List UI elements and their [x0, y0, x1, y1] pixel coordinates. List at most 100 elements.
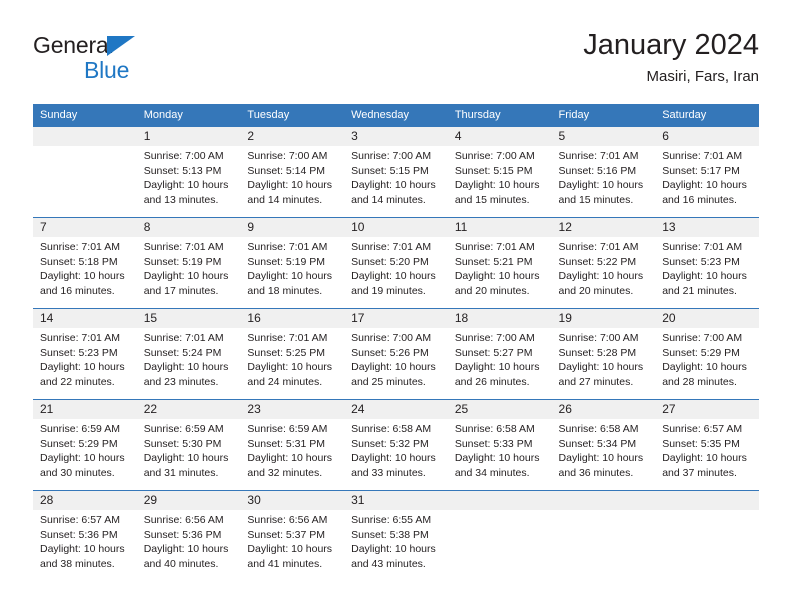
daylight-text-line2: and 17 minutes.	[143, 284, 219, 297]
daylight-text-line2: and 32 minutes.	[247, 466, 323, 479]
calendar-day-cell[interactable]: 15 Sunrise: 7:01 AM Sunset: 5:24 PM Dayligh…	[136, 308, 241, 400]
sunrise-text: Sunrise: 7:00 AM	[454, 332, 535, 344]
calendar-day-cell[interactable]: 4 Sunrise: 7:00 AM Sunset: 5:15 PM Daylight…	[447, 126, 552, 218]
daylight-text-line1: Daylight: 10 hours	[247, 179, 333, 192]
daylight-text-line1: Daylight: 10 hours	[143, 452, 229, 465]
calendar-day-cell[interactable]: 23 Sunrise: 6:59 AM Sunset: 5:31 PM Dayligh…	[240, 399, 345, 491]
calendar-day-cell[interactable]: 28 Sunrise: 6:57 AM Sunset: 5:36 PM Dayligh…	[33, 490, 137, 581]
day-details: Sunrise: 6:59 AM Sunset: 5:31 PM Daylight:…	[240, 419, 344, 480]
daylight-text-line1: Daylight: 10 hours	[454, 270, 540, 283]
daylight-text-line1: Daylight: 10 hours	[662, 361, 747, 374]
day-number: 10	[344, 218, 448, 237]
calendar-day-cell[interactable]: 20 Sunrise: 7:00 AM Sunset: 5:29 PM Dayligh…	[655, 308, 759, 400]
calendar-day-cell[interactable]: 3 Sunrise: 7:00 AM Sunset: 5:15 PM Daylight…	[344, 126, 448, 218]
sunset-text: Sunset: 5:24 PM	[143, 346, 222, 359]
sunrise-text: Sunrise: 6:58 AM	[558, 423, 639, 435]
weekday-header-monday: Monday	[136, 104, 241, 127]
calendar-day-cell[interactable]: 21 Sunrise: 6:59 AM Sunset: 5:29 PM Dayligh…	[33, 399, 137, 491]
sunrise-text: Sunrise: 6:57 AM	[40, 514, 120, 526]
daylight-text-line1: Daylight: 10 hours	[662, 452, 747, 465]
calendar-day-cell[interactable]: 1 Sunrise: 7:00 AM Sunset: 5:13 PM Daylight…	[136, 126, 241, 218]
sunset-text: Sunset: 5:15 PM	[454, 164, 533, 177]
day-details: Sunrise: 6:56 AM Sunset: 5:36 PM Daylight:…	[137, 510, 241, 571]
daylight-text-line1: Daylight: 10 hours	[351, 452, 436, 465]
calendar-day-cell[interactable]: 16 Sunrise: 7:01 AM Sunset: 5:25 PM Dayligh…	[240, 308, 345, 400]
sunrise-text: Sunrise: 6:59 AM	[247, 423, 328, 435]
daylight-text-line1: Daylight: 10 hours	[454, 179, 540, 192]
calendar-day-cell[interactable]: 12 Sunrise: 7:01 AM Sunset: 5:22 PM Dayligh…	[551, 217, 656, 309]
sunset-text: Sunset: 5:36 PM	[40, 528, 118, 541]
sunset-text: Sunset: 5:19 PM	[143, 255, 222, 268]
daylight-text-line1: Daylight: 10 hours	[40, 270, 125, 283]
calendar-day-cell[interactable]: 31 Sunrise: 6:55 AM Sunset: 5:38 PM Dayligh…	[344, 490, 448, 581]
sunset-text: Sunset: 5:29 PM	[40, 437, 118, 450]
daylight-text-line2: and 30 minutes.	[40, 466, 115, 479]
calendar-day-cell[interactable]: 26 Sunrise: 6:58 AM Sunset: 5:34 PM Dayligh…	[551, 399, 656, 491]
calendar-day-cell[interactable]: 13 Sunrise: 7:01 AM Sunset: 5:23 PM Dayligh…	[655, 217, 759, 309]
calendar-week-row: 21 Sunrise: 6:59 AM Sunset: 5:29 PM Dayligh…	[33, 399, 759, 491]
sunset-text: Sunset: 5:34 PM	[558, 437, 637, 450]
sunrise-text: Sunrise: 6:58 AM	[454, 423, 535, 435]
daylight-text-line1: Daylight: 10 hours	[558, 179, 644, 192]
daylight-text-line2: and 41 minutes.	[247, 557, 323, 570]
day-details: Sunrise: 7:01 AM Sunset: 5:20 PM Daylight:…	[344, 237, 448, 298]
day-number	[551, 491, 656, 510]
calendar-day-cell[interactable]: 19 Sunrise: 7:00 AM Sunset: 5:28 PM Dayligh…	[551, 308, 656, 400]
sunrise-text: Sunrise: 6:59 AM	[143, 423, 224, 435]
day-details: Sunrise: 6:55 AM Sunset: 5:38 PM Daylight:…	[344, 510, 448, 571]
daylight-text-line2: and 24 minutes.	[247, 375, 323, 388]
calendar-day-cell[interactable]: 10 Sunrise: 7:01 AM Sunset: 5:20 PM Dayligh…	[344, 217, 448, 309]
daylight-text-line2: and 15 minutes.	[454, 193, 530, 206]
day-number: 30	[240, 491, 345, 510]
sunset-text: Sunset: 5:19 PM	[247, 255, 326, 268]
day-number: 21	[33, 400, 137, 419]
calendar-day-cell[interactable]: 14 Sunrise: 7:01 AM Sunset: 5:23 PM Dayligh…	[33, 308, 137, 400]
daylight-text-line2: and 23 minutes.	[143, 375, 219, 388]
sunrise-text: Sunrise: 7:00 AM	[662, 332, 743, 344]
calendar-day-cell[interactable]: 25 Sunrise: 6:58 AM Sunset: 5:33 PM Dayligh…	[447, 399, 552, 491]
calendar-day-cell[interactable]: 2 Sunrise: 7:00 AM Sunset: 5:14 PM Daylight…	[240, 126, 345, 218]
calendar-day-cell[interactable]: 24 Sunrise: 6:58 AM Sunset: 5:32 PM Dayligh…	[344, 399, 448, 491]
day-details: Sunrise: 6:56 AM Sunset: 5:37 PM Daylight:…	[240, 510, 344, 571]
day-number	[655, 491, 759, 510]
sunrise-text: Sunrise: 6:56 AM	[247, 514, 328, 526]
sunrise-text: Sunrise: 6:58 AM	[351, 423, 432, 435]
daylight-text-line2: and 27 minutes.	[558, 375, 634, 388]
day-number: 16	[240, 309, 345, 328]
daylight-text-line2: and 21 minutes.	[662, 284, 737, 297]
calendar-body: 1 Sunrise: 7:00 AM Sunset: 5:13 PM Daylight…	[33, 126, 759, 581]
daylight-text-line1: Daylight: 10 hours	[351, 179, 436, 192]
calendar-day-cell[interactable]: 6 Sunrise: 7:01 AM Sunset: 5:17 PM Daylight…	[655, 126, 759, 218]
calendar-day-cell[interactable]: 8 Sunrise: 7:01 AM Sunset: 5:19 PM Daylight…	[136, 217, 241, 309]
weekday-header-sunday: Sunday	[33, 104, 137, 127]
sunset-text: Sunset: 5:22 PM	[558, 255, 637, 268]
page-title: January 2024	[583, 29, 759, 61]
calendar-day-cell[interactable]: 17 Sunrise: 7:00 AM Sunset: 5:26 PM Dayligh…	[344, 308, 448, 400]
daylight-text-line2: and 34 minutes.	[454, 466, 530, 479]
calendar-day-cell[interactable]: 22 Sunrise: 6:59 AM Sunset: 5:30 PM Dayligh…	[136, 399, 241, 491]
calendar-day-cell[interactable]: 7 Sunrise: 7:01 AM Sunset: 5:18 PM Daylight…	[33, 217, 137, 309]
daylight-text-line1: Daylight: 10 hours	[662, 179, 747, 192]
sunrise-text: Sunrise: 7:00 AM	[247, 150, 328, 162]
day-details: Sunrise: 7:00 AM Sunset: 5:28 PM Daylight:…	[552, 328, 656, 389]
calendar-day-cell[interactable]: 27 Sunrise: 6:57 AM Sunset: 5:35 PM Dayligh…	[655, 399, 759, 491]
day-number: 29	[136, 491, 241, 510]
weekday-header-thursday: Thursday	[447, 104, 552, 127]
sunrise-text: Sunrise: 7:01 AM	[247, 241, 328, 253]
sunset-text: Sunset: 5:18 PM	[40, 255, 118, 268]
logo-word-blue: Blue	[84, 57, 130, 83]
sunset-text: Sunset: 5:25 PM	[247, 346, 326, 359]
calendar-day-cell[interactable]: 29 Sunrise: 6:56 AM Sunset: 5:36 PM Dayligh…	[136, 490, 241, 581]
daylight-text-line2: and 40 minutes.	[143, 557, 219, 570]
calendar-day-cell[interactable]: 30 Sunrise: 6:56 AM Sunset: 5:37 PM Dayligh…	[240, 490, 345, 581]
day-details: Sunrise: 6:58 AM Sunset: 5:34 PM Daylight:…	[552, 419, 656, 480]
daylight-text-line1: Daylight: 10 hours	[247, 543, 333, 556]
calendar-day-cell[interactable]: 5 Sunrise: 7:01 AM Sunset: 5:16 PM Daylight…	[551, 126, 656, 218]
calendar-day-cell[interactable]: 18 Sunrise: 7:00 AM Sunset: 5:27 PM Dayligh…	[447, 308, 552, 400]
title-block: January 2024 Masiri, Fars, Iran	[583, 28, 759, 88]
daylight-text-line2: and 16 minutes.	[662, 193, 737, 206]
calendar-day-cell[interactable]: 9 Sunrise: 7:01 AM Sunset: 5:19 PM Daylight…	[240, 217, 345, 309]
daylight-text-line1: Daylight: 10 hours	[40, 452, 125, 465]
calendar-day-cell[interactable]: 11 Sunrise: 7:01 AM Sunset: 5:21 PM Dayligh…	[447, 217, 552, 309]
daylight-text-line2: and 20 minutes.	[454, 284, 530, 297]
